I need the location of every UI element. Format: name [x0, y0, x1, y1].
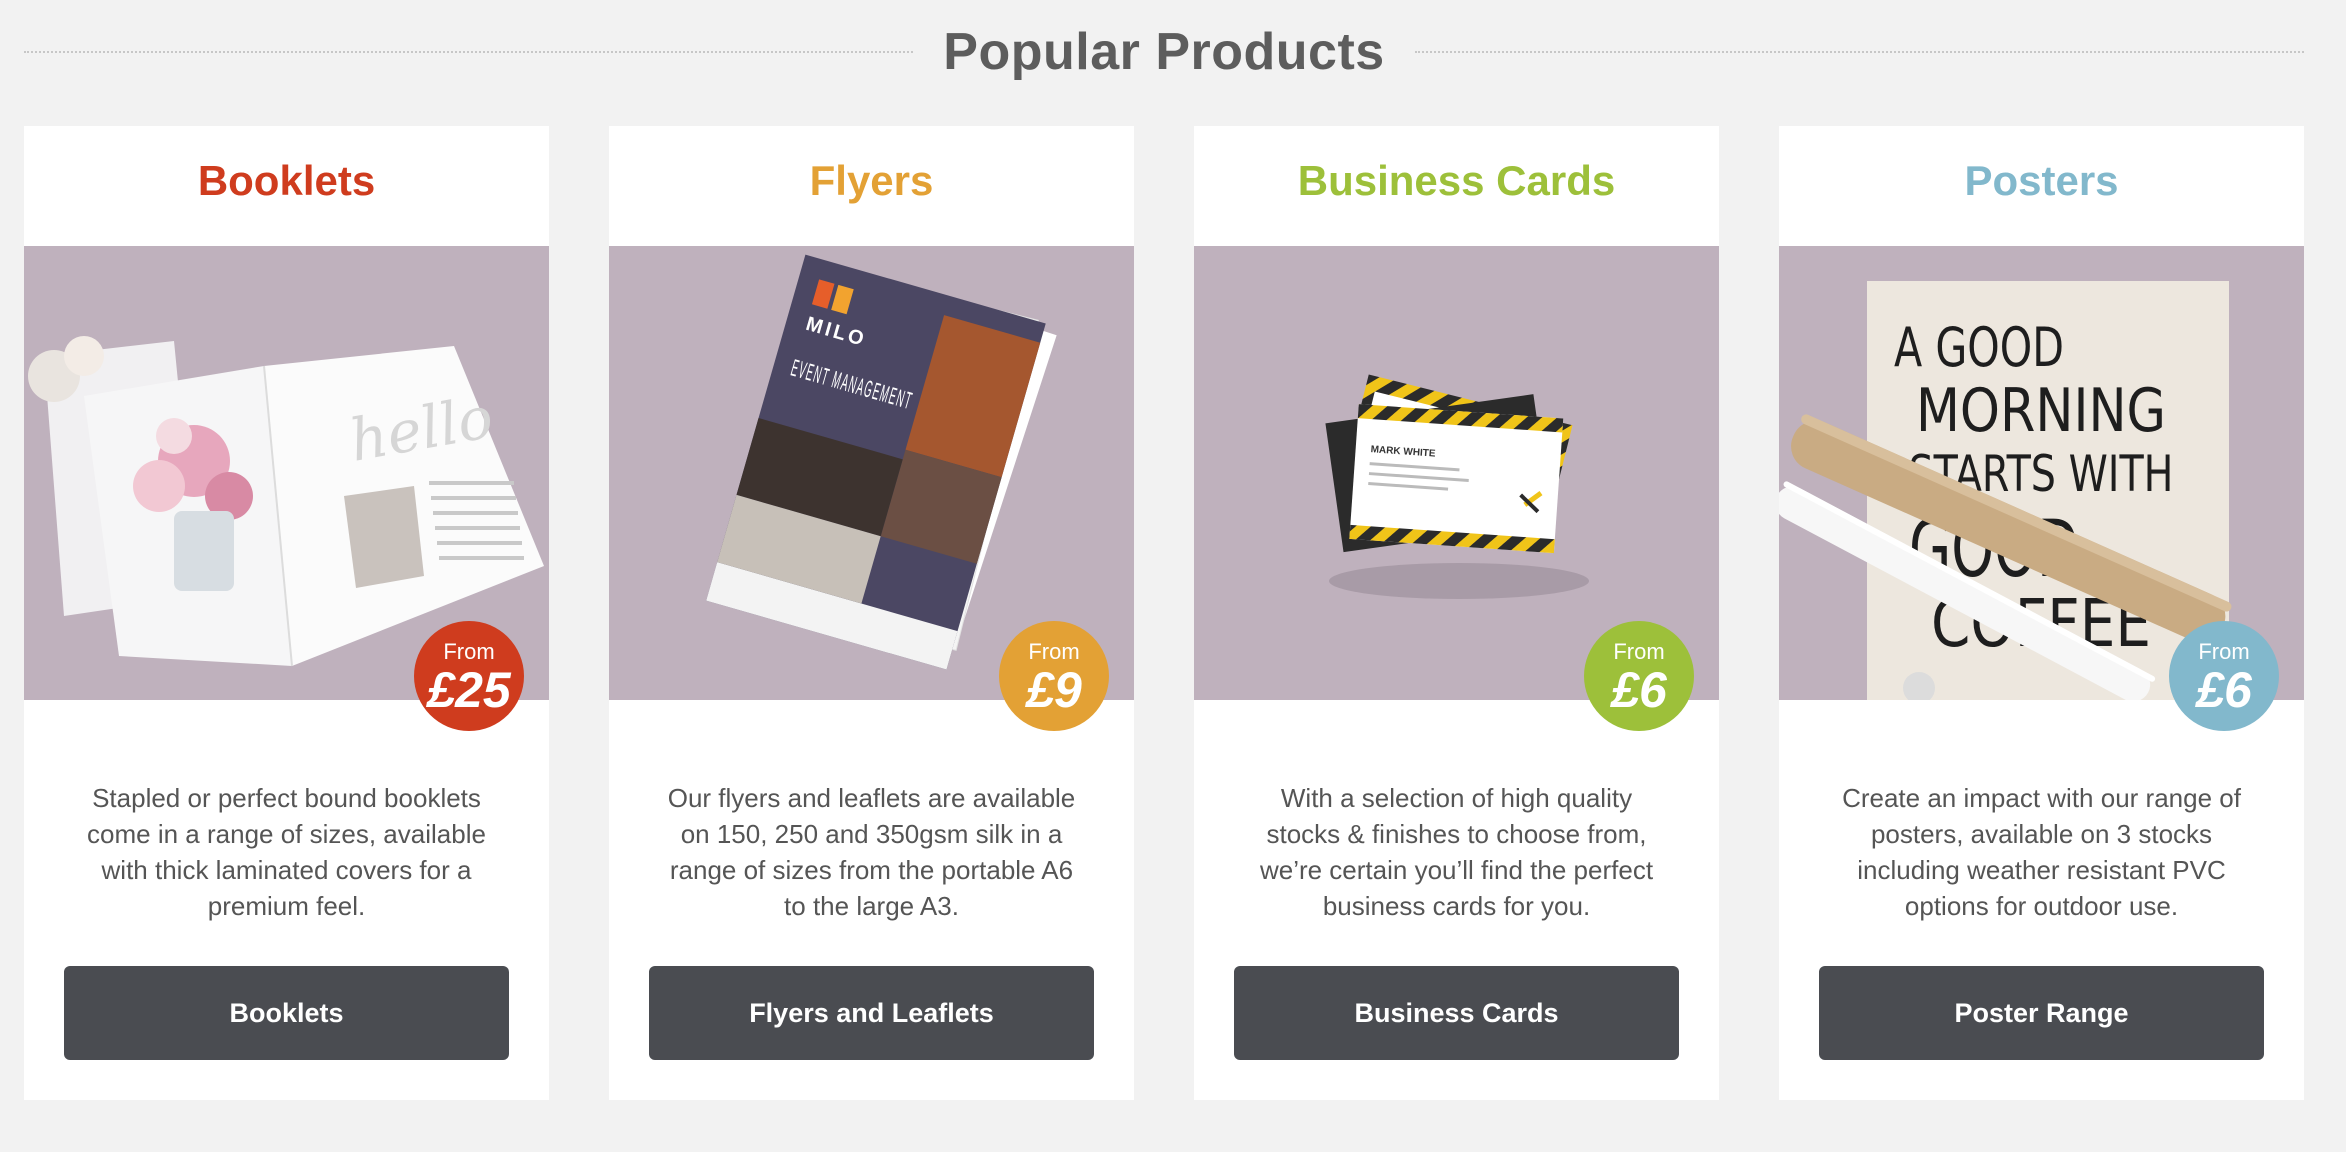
header-rule-left	[24, 51, 914, 53]
flyers-and-leaflets-button[interactable]: Flyers and Leaflets	[649, 966, 1094, 1060]
card-title[interactable]: Flyers	[609, 160, 1134, 202]
price-from-label: From	[2198, 639, 2250, 664]
card-description: Create an impact with our range of poste…	[1842, 783, 2241, 921]
price-amount: £25	[427, 662, 511, 718]
card-description: With a selection of high quality stocks …	[1259, 783, 1654, 921]
price-from-label: From	[443, 639, 495, 664]
poster-range-button[interactable]: Poster Range	[1819, 966, 2264, 1060]
price-amount: £6	[1611, 662, 1667, 718]
price-badge: From £6	[2169, 621, 2279, 731]
card-description: Our flyers and leaflets are available on…	[667, 783, 1076, 921]
section-title: Popular Products	[943, 23, 1385, 81]
card-title[interactable]: Posters	[1779, 160, 2304, 202]
price-from-label: From	[1613, 639, 1665, 664]
card-description: Stapled or perfect bound booklets come i…	[87, 783, 486, 921]
product-card-business-cards: Business Cards MARK WHITE From £6 With a…	[1194, 126, 1719, 1100]
product-grid: Booklets hello From £25 Stapled or perfe…	[24, 126, 2304, 1100]
product-card-flyers: Flyers MILO From £9 Our flyers and leafl…	[609, 126, 1134, 1100]
price-badge: From £6	[1584, 621, 1694, 731]
product-card-posters: Posters A GOOD MORNING STARTS WITH GOOD …	[1779, 126, 2304, 1100]
booklets-button[interactable]: Booklets	[64, 966, 509, 1060]
price-amount: £6	[2196, 662, 2252, 718]
section-header: Popular Products	[24, 14, 2304, 90]
price-badge: From £25	[414, 621, 524, 731]
price-amount: £9	[1026, 662, 1082, 718]
poster-line-1: A GOOD	[1894, 316, 2064, 379]
card-title[interactable]: Booklets	[24, 160, 549, 202]
price-badge: From £9	[999, 621, 1109, 731]
card-title[interactable]: Business Cards	[1194, 160, 1719, 202]
product-card-booklets: Booklets hello From £25 Stapled or perfe…	[24, 126, 549, 1100]
header-rule-right	[1414, 51, 2304, 53]
poster-line-2: MORNING	[1916, 376, 2166, 446]
price-from-label: From	[1028, 639, 1080, 664]
business-cards-button[interactable]: Business Cards	[1234, 966, 1679, 1060]
